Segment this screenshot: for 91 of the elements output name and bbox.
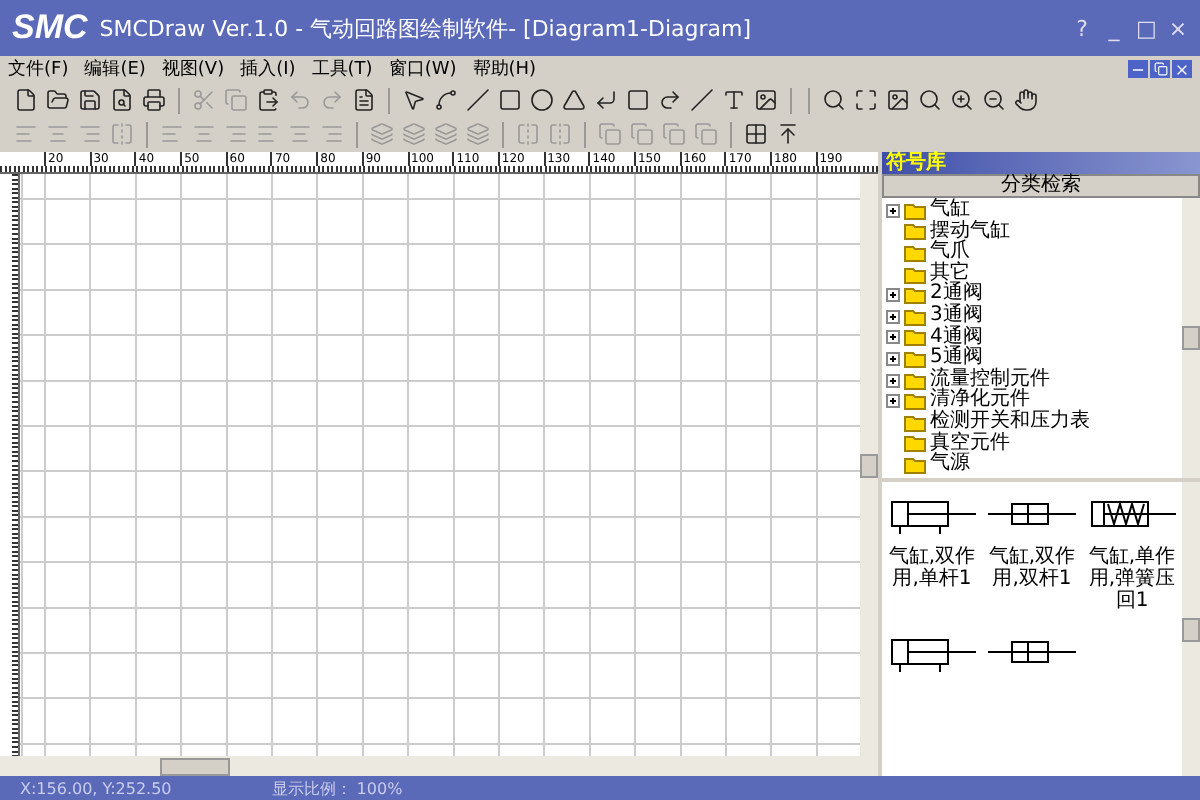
category-search-button[interactable]: 分类检索 <box>882 174 1200 198</box>
minimize-icon[interactable] <box>1128 60 1148 78</box>
paste-icon[interactable] <box>254 86 282 114</box>
tree-item[interactable]: 清净化元件 <box>886 390 1178 412</box>
folder-icon <box>904 243 926 262</box>
hand-icon[interactable] <box>1012 86 1040 114</box>
window-control[interactable]: □ <box>1136 15 1156 41</box>
logo: SMC <box>12 8 88 48</box>
horizontal-scrollbar[interactable] <box>0 756 878 776</box>
tree-item[interactable]: 3通阀 <box>886 305 1178 328</box>
picture-icon[interactable] <box>752 86 780 114</box>
folder-icon <box>904 349 926 368</box>
expand-icon[interactable] <box>886 203 900 218</box>
tree-item[interactable]: 气源 <box>886 454 1178 476</box>
cursor-coordinates: X:156.00, Y:252.50 <box>20 779 172 797</box>
tree-item[interactable]: 5通阀 <box>886 348 1178 370</box>
symbol-label: 气缸,单作用,弹簧压回1 <box>1086 546 1178 612</box>
folder-icon <box>904 434 926 453</box>
tree-label: 气爪 <box>930 242 970 263</box>
tree-label: 2通阀 <box>930 284 983 305</box>
folder-icon <box>904 413 926 432</box>
tree-label: 检测开关和压力表 <box>930 411 1090 432</box>
tree-item[interactable]: 真空元件 <box>886 433 1178 455</box>
text-icon[interactable] <box>720 86 748 114</box>
close-icon[interactable] <box>1172 60 1192 78</box>
zoom-in-icon[interactable] <box>948 86 976 114</box>
triangle-icon[interactable] <box>560 86 588 114</box>
pointer-icon[interactable] <box>400 86 428 114</box>
restore-icon[interactable] <box>1150 60 1170 78</box>
tree-label: 5通阀 <box>930 348 983 369</box>
tree-item[interactable]: 气爪 <box>886 242 1178 264</box>
tree-label: 真空元件 <box>930 433 1010 454</box>
menu-item[interactable]: 工具(T) <box>311 56 373 82</box>
print-icon[interactable] <box>140 86 168 114</box>
folder-icon[interactable] <box>44 86 72 114</box>
fit-icon[interactable] <box>852 86 880 114</box>
symbol-label: 气缸,双作用,双杆1 <box>986 546 1078 590</box>
new-file-icon[interactable] <box>12 86 40 114</box>
expand-icon[interactable] <box>886 351 900 366</box>
tree-label: 摆动气缸 <box>930 221 1010 242</box>
panel-title: 符号库 <box>882 152 1200 174</box>
expand-icon[interactable] <box>886 373 900 388</box>
tree-scrollbar[interactable] <box>1182 198 1200 478</box>
tree-label: 4通阀 <box>930 327 983 348</box>
zoom-out-icon[interactable] <box>980 86 1008 114</box>
gallery-scrollbar[interactable] <box>1182 482 1200 776</box>
tree-label: 气源 <box>930 454 970 476</box>
line-icon[interactable] <box>464 86 492 114</box>
tree-item[interactable]: 2通阀 <box>886 284 1178 306</box>
vertical-scrollbar[interactable] <box>860 174 878 756</box>
grid-icon[interactable] <box>742 120 770 148</box>
tree-label: 3通阀 <box>930 306 983 327</box>
save-icon[interactable] <box>76 86 104 114</box>
window-control[interactable]: ? <box>1072 15 1092 41</box>
ellipse-icon[interactable] <box>528 86 556 114</box>
expand-icon[interactable] <box>886 309 900 324</box>
top-icon[interactable] <box>774 120 802 148</box>
zoom-level: 显示比例： 100% <box>271 777 403 799</box>
folder-icon <box>904 265 926 284</box>
tree-label: 其它 <box>930 263 970 284</box>
tree-label: 清净化元件 <box>930 390 1030 411</box>
preview-icon[interactable] <box>108 86 136 114</box>
folder-icon <box>904 286 926 305</box>
window-control[interactable]: × <box>1168 15 1188 41</box>
folder-icon <box>904 307 926 326</box>
tree-item[interactable]: 气缸 <box>886 200 1178 222</box>
expand-icon[interactable] <box>886 330 900 345</box>
window-control[interactable]: _ <box>1104 15 1124 41</box>
menu-item[interactable]: 窗口(W) <box>388 56 457 82</box>
search-icon[interactable] <box>820 86 848 114</box>
document-icon[interactable] <box>350 86 378 114</box>
folder-icon <box>904 392 926 411</box>
expand-icon[interactable] <box>886 394 900 409</box>
folder-icon <box>904 455 926 474</box>
connector-icon[interactable] <box>432 86 460 114</box>
tree-label: 流量控制元件 <box>930 369 1050 390</box>
menu-item[interactable]: 文件(F) <box>8 56 69 82</box>
menu-item[interactable]: 帮助(H) <box>472 56 537 82</box>
expand-icon[interactable] <box>886 288 900 303</box>
symbol-label: 气缸,双作用,单杆1 <box>886 546 978 590</box>
folder-icon <box>904 222 926 241</box>
folder-icon <box>904 371 926 390</box>
tree-label: 气缸 <box>930 200 970 221</box>
tree-item[interactable]: 检测开关和压力表 <box>886 411 1178 434</box>
menu-item[interactable]: 插入(I) <box>240 56 296 82</box>
menu-item[interactable]: 编辑(E) <box>84 56 146 82</box>
rectangle-icon[interactable] <box>496 86 524 114</box>
menu-item[interactable]: 视图(V) <box>161 56 225 82</box>
window-title: SMCDraw Ver.1.0 - 气动回路图绘制软件- [Diagram1-Diagram] <box>99 13 754 43</box>
zoom-icon[interactable] <box>916 86 944 114</box>
folder-icon <box>904 328 926 347</box>
